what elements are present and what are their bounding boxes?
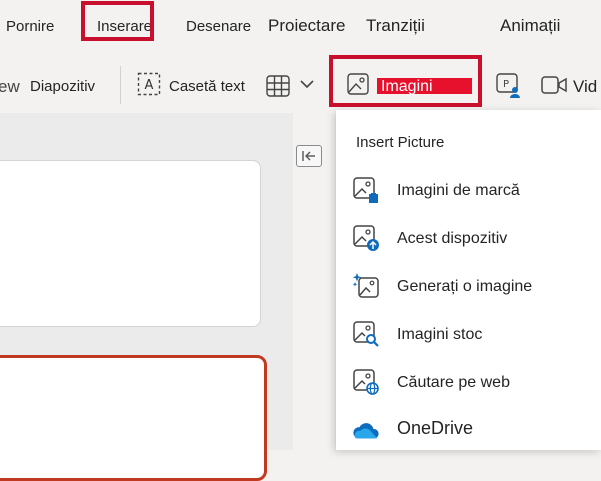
table-icon[interactable] xyxy=(266,75,290,97)
stock-image-icon xyxy=(353,321,379,347)
images-button-label[interactable]: Imagini xyxy=(381,78,433,96)
generate-image-icon xyxy=(352,273,379,298)
new-slide-partial-label[interactable]: ew xyxy=(0,77,20,97)
upload-image-icon xyxy=(353,225,379,251)
textbox-icon[interactable]: A xyxy=(137,72,161,96)
dropdown-item-label: Acest dispozitiv xyxy=(397,230,508,247)
collapse-icon xyxy=(302,151,315,161)
collapse-panel-button[interactable] xyxy=(296,145,322,167)
dropdown-item-label: Imagini stoc xyxy=(397,326,483,343)
image-icon[interactable] xyxy=(347,73,369,95)
slide-thumbnail[interactable] xyxy=(0,160,261,327)
dropdown-item-brand-images[interactable]: Imagini de marcă xyxy=(352,176,592,210)
tab-animations[interactable]: Animații xyxy=(500,16,560,36)
toolbar-separator xyxy=(120,66,121,104)
web-image-icon xyxy=(353,369,379,395)
brand-image-icon xyxy=(353,177,378,203)
textbox-button[interactable]: Casetă text xyxy=(169,78,245,95)
dropdown-item-web-search[interactable]: Căutare pe web xyxy=(352,368,592,402)
svg-text:P: P xyxy=(503,79,509,90)
video-button-partial[interactable]: Vid xyxy=(573,77,597,97)
video-icon[interactable] xyxy=(541,75,567,95)
dropdown-heading: Insert Picture xyxy=(356,134,445,151)
tab-home[interactable]: Pornire xyxy=(6,18,54,35)
dropdown-item-label: OneDrive xyxy=(397,418,474,438)
tab-draw[interactable]: Desenare xyxy=(186,18,251,35)
slide-thumbnail-selected[interactable] xyxy=(0,355,267,481)
chevron-down-icon[interactable] xyxy=(300,79,314,89)
new-slide-button[interactable]: Diapozitiv xyxy=(30,78,95,95)
dropdown-item-generate-image[interactable]: Generați o imagine xyxy=(352,272,592,306)
cameo-icon[interactable]: P xyxy=(496,72,522,98)
svg-text:A: A xyxy=(145,78,154,93)
dropdown-item-onedrive[interactable]: OneDrive xyxy=(352,414,592,448)
highlight-box-insert-tab xyxy=(81,1,154,41)
dropdown-item-label: Căutare pe web xyxy=(397,374,510,391)
tab-transitions[interactable]: Tranziții xyxy=(366,16,425,36)
dropdown-item-label: Imagini de marcă xyxy=(397,182,520,199)
tab-design[interactable]: Proiectare xyxy=(268,16,345,36)
dropdown-item-stock-images[interactable]: Imagini stoc xyxy=(352,320,592,354)
onedrive-icon xyxy=(353,423,379,439)
dropdown-item-label: Generați o imagine xyxy=(397,278,533,295)
dropdown-item-this-device[interactable]: Acest dispozitiv xyxy=(352,224,592,258)
